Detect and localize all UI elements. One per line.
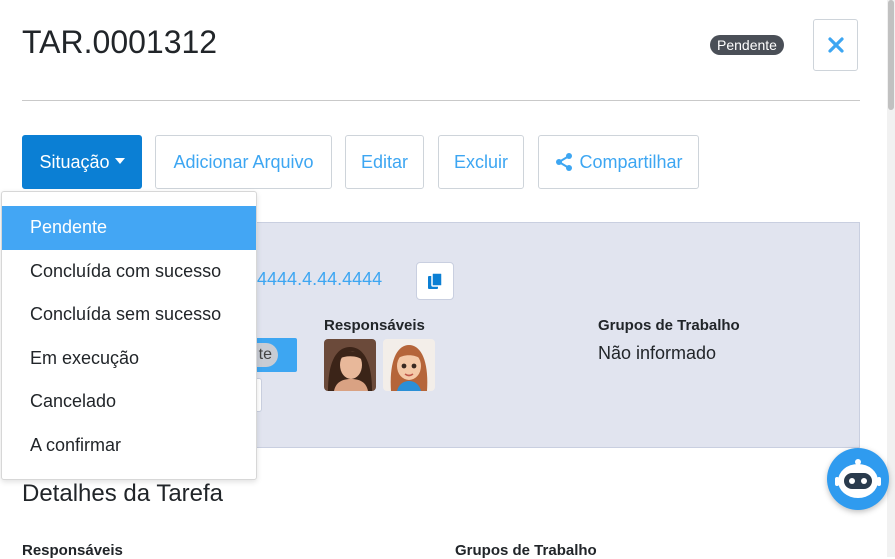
dropdown-item-em-execucao[interactable]: Em execução <box>2 337 256 381</box>
scrollbar-thumb[interactable] <box>888 0 894 110</box>
dropdown-item-concluida-sem-sucesso[interactable]: Concluída sem sucesso <box>2 293 256 337</box>
details-section-title: Detalhes da Tarefa <box>22 480 224 507</box>
responsaveis-label: Responsáveis <box>324 317 425 334</box>
add-file-button[interactable]: Adicionar Arquivo <box>155 135 332 189</box>
situacao-label: Situação <box>39 151 110 172</box>
dropdown-item-a-confirmar[interactable]: A confirmar <box>2 424 256 468</box>
share-label: Compartilhar <box>579 151 683 172</box>
delete-button[interactable]: Excluir <box>438 135 524 189</box>
dropdown-item-cancelado[interactable]: Cancelado <box>2 380 256 424</box>
details-grupos-label: Grupos de Trabalho <box>455 542 597 559</box>
situacao-button[interactable]: Situação <box>22 135 142 189</box>
close-icon <box>827 37 844 53</box>
dropdown-item-pendente[interactable]: Pendente <box>2 206 256 250</box>
close-button[interactable] <box>813 19 858 71</box>
share-icon <box>556 153 573 171</box>
chatbot-button[interactable] <box>827 448 889 510</box>
caret-down-icon <box>114 158 125 164</box>
grupos-label: Grupos de Trabalho <box>598 317 740 334</box>
copy-button[interactable] <box>416 262 454 300</box>
chatbot-icon <box>835 459 881 498</box>
share-button[interactable]: Compartilhar <box>538 135 699 189</box>
header-divider <box>22 100 860 101</box>
status-badge: Pendente <box>710 35 784 55</box>
grupos-value: Não informado <box>598 343 717 363</box>
avatar[interactable] <box>383 339 435 391</box>
details-responsaveis-label: Responsáveis <box>22 542 123 559</box>
avatar[interactable] <box>324 339 376 391</box>
page-title: TAR.0001312 <box>22 24 218 60</box>
dropdown-item-concluida-com-sucesso[interactable]: Concluída com sucesso <box>2 250 256 294</box>
edit-button[interactable]: Editar <box>345 135 424 189</box>
copy-icon <box>428 272 443 289</box>
situacao-dropdown-menu: Pendente Concluída com sucesso Concluída… <box>1 191 257 480</box>
